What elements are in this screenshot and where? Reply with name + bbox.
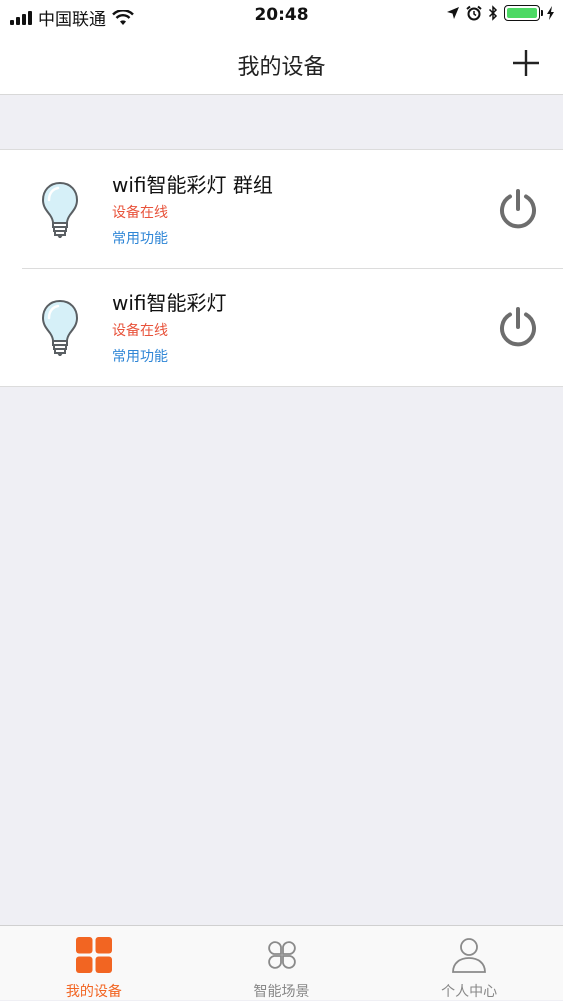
tab-label: 智能场景 <box>253 984 310 1000</box>
status-bar: 中国联通 20:48 <box>0 0 563 32</box>
page-title: 我的设备 <box>237 55 326 80</box>
tab-bar: 我的设备 智能场景 个人中心 <box>0 925 563 1000</box>
device-status: 设备在线 <box>112 205 168 221</box>
power-button[interactable] <box>496 187 540 231</box>
person-icon <box>452 938 487 973</box>
tab-smart-scenes[interactable]: 智能场景 <box>188 926 376 1000</box>
light-bulb-icon <box>41 299 79 356</box>
alarm-icon <box>466 5 482 21</box>
clover-icon <box>267 941 296 969</box>
plus-icon <box>513 50 539 76</box>
device-item[interactable]: wifi智能彩灯 群组 设备在线 常用功能 <box>0 150 563 268</box>
device-name: wifi智能彩灯 群组 <box>112 173 273 197</box>
common-functions-link[interactable]: 常用功能 <box>112 228 168 248</box>
tab-my-devices[interactable]: 我的设备 <box>0 926 188 1000</box>
tab-label: 个人中心 <box>441 984 498 1000</box>
tab-profile[interactable]: 个人中心 <box>375 926 563 1000</box>
common-functions-link[interactable]: 常用功能 <box>112 346 168 366</box>
location-arrow-icon <box>447 7 459 19</box>
add-device-button[interactable] <box>511 48 541 78</box>
power-button[interactable] <box>496 305 540 349</box>
device-list: wifi智能彩灯 群组 设备在线 常用功能 wifi智能彩灯 设备在线 常用功能 <box>0 149 563 387</box>
battery-icon <box>504 5 543 21</box>
light-bulb-icon <box>41 181 79 238</box>
device-name: wifi智能彩灯 <box>112 291 227 315</box>
power-icon <box>500 307 536 347</box>
grid-icon <box>75 937 112 973</box>
power-icon <box>500 189 536 229</box>
device-item[interactable]: wifi智能彩灯 设备在线 常用功能 <box>0 268 563 386</box>
nav-bar: 我的设备 <box>0 32 563 95</box>
tab-label: 我的设备 <box>65 984 122 1000</box>
device-status: 设备在线 <box>112 323 168 339</box>
bluetooth-icon <box>488 5 498 21</box>
charging-bolt-icon <box>547 6 554 20</box>
status-right <box>446 5 555 21</box>
